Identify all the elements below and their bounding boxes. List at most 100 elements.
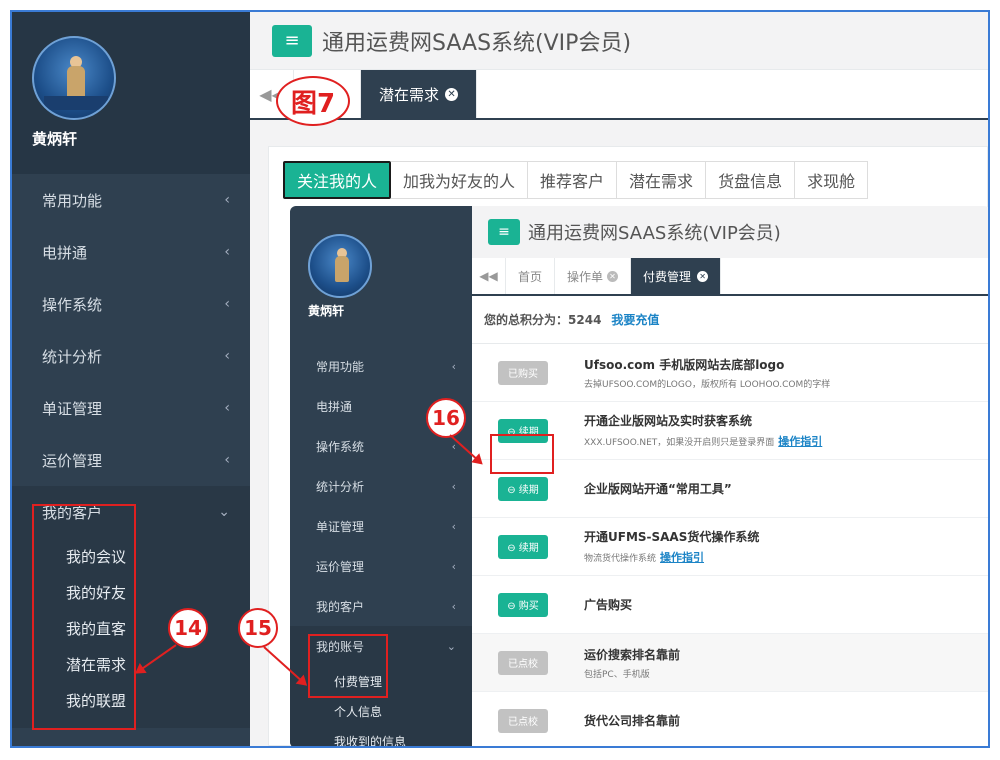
sidebar-item-label: 单证管理	[42, 399, 103, 418]
inner-page-title: 通用运费网SAAS系统(VIP会员)	[528, 223, 781, 244]
chevron-left-icon: ‹	[224, 296, 230, 312]
chevron-left-icon: ‹	[224, 348, 230, 364]
guide-link[interactable]: 操作指引	[778, 435, 822, 448]
inner-sidebar-item-label: 我的客户	[316, 599, 365, 614]
button-tab-space-request[interactable]: 求现舱	[795, 161, 869, 199]
product-title: 企业版网站开通“常用工具”	[584, 482, 732, 496]
product-title: 广告购买	[584, 598, 633, 612]
close-icon[interactable]: ✕	[697, 270, 709, 282]
screenshot-frame: 黄炳轩 常用功能 ‹ 电拼通 ‹ 操作系统 ‹ 统计分析 ‹ 单证管理 ‹ 运价管理 ‹ 我…	[10, 10, 990, 748]
highlight-box-my-customers	[32, 504, 136, 730]
chevron-left-icon: ‹	[451, 479, 456, 493]
avatar[interactable]	[308, 234, 372, 298]
user-name: 黄炳轩	[32, 130, 78, 148]
chevron-left-icon: ‹	[451, 559, 456, 573]
button-tab-cargo-info[interactable]: 货盘信息	[706, 161, 796, 199]
tab-label: 潜在需求	[379, 85, 440, 104]
guide-link[interactable]: 操作指引	[660, 551, 704, 564]
inner-sidebar-item-label: 电拼通	[316, 399, 353, 414]
sidebar-item-dianpin[interactable]: 电拼通 ‹	[12, 226, 250, 278]
inner-sidebar-item-label: 统计分析	[316, 479, 365, 494]
chevron-left-icon: ‹	[224, 400, 230, 416]
sidebar-item-documents[interactable]: 单证管理 ‹	[12, 382, 250, 434]
chevron-down-icon: ⌄	[218, 504, 230, 520]
top-bar: ≡ 通用运费网SAAS系统(VIP会员)	[250, 12, 988, 70]
button-tab-potential-demand[interactable]: 潜在需求	[617, 161, 707, 199]
inner-sidebar-item[interactable]: 我的客户 ‹	[290, 586, 472, 626]
button-tab-followers[interactable]: 关注我的人	[283, 161, 392, 199]
inner-sidebar-item-label: 操作系统	[316, 439, 365, 454]
checked-button: 已点校	[498, 708, 548, 733]
tab-potential-demand[interactable]: 潜在需求 ✕	[361, 70, 478, 118]
chevron-left-icon: ‹	[224, 192, 230, 208]
inner-sidebar-item[interactable]: 单证管理 ‹	[290, 506, 472, 546]
figure-label: 图7	[276, 76, 350, 126]
product-desc: XXX.UFSOO.NET，如果没开启则只是登录界面	[584, 438, 775, 448]
product-title: 货代公司排名靠前	[584, 714, 681, 728]
product-row: 已点校 货代公司排名靠前	[472, 692, 988, 746]
sidebar-item-label: 运价管理	[42, 451, 103, 470]
sidebar-item-label: 常用功能	[42, 191, 103, 210]
close-icon[interactable]: ✕	[607, 270, 619, 282]
page-title: 通用运费网SAAS系统(VIP会员)	[322, 30, 632, 56]
inner-tab-bar: ◀◀ 首页 操作单 ✕ 付费管理 ✕	[472, 258, 988, 296]
hamburger-icon[interactable]: ≡	[488, 219, 520, 245]
checked-button: 已点校	[498, 650, 548, 675]
recharge-link[interactable]: 我要充值	[611, 311, 659, 328]
inner-sidebar-item[interactable]: 运价管理 ‹	[290, 546, 472, 586]
sidebar-item-operations[interactable]: 操作系统 ‹	[12, 278, 250, 330]
purchased-button: 已购买	[498, 360, 548, 385]
chevron-down-icon: ⌄	[446, 639, 456, 653]
inner-subitem-profile[interactable]: 个人信息	[290, 696, 472, 726]
product-row: ⊖ 续期 开通UFMS-SAAS货代操作系统物流货代操作系统 操作指引	[472, 518, 988, 576]
inner-sidebar-item-label: 运价管理	[316, 559, 365, 574]
tab-scroll-left-icon[interactable]: ◀◀	[472, 258, 506, 294]
product-desc: 物流货代操作系统	[584, 554, 657, 564]
product-title: 运价搜索排名靠前	[584, 647, 681, 662]
sidebar-item-common[interactable]: 常用功能 ‹	[12, 174, 250, 226]
callout-14: 14	[168, 608, 208, 648]
tab-label: 操作单	[567, 269, 604, 284]
sidebar-item-label: 统计分析	[42, 347, 103, 366]
avatar[interactable]	[32, 36, 116, 120]
button-tab-added-me[interactable]: 加我为好友的人	[391, 161, 529, 199]
sidebar-item-label: 操作系统	[42, 295, 103, 314]
chevron-left-icon: ‹	[451, 359, 456, 373]
product-title: Ufsoo.com 手机版网站去底部logo	[584, 357, 785, 372]
button-tab-group: 关注我的人 加我为好友的人 推荐客户 潜在需求 货盘信息 求现舱	[283, 161, 869, 199]
inner-tab-home[interactable]: 首页	[506, 258, 556, 294]
inner-top-bar: ≡ 通用运费网SAAS系统(VIP会员)	[472, 206, 988, 258]
close-icon[interactable]: ✕	[445, 87, 459, 101]
inner-tab-orders[interactable]: 操作单 ✕	[555, 258, 632, 294]
points-label: 您的总积分为：	[484, 313, 569, 327]
inner-sidebar-item[interactable]: 统计分析 ‹	[290, 466, 472, 506]
inner-subitem-messages[interactable]: 我收到的信息	[290, 726, 472, 746]
button-tab-recommended[interactable]: 推荐客户	[528, 161, 618, 199]
sidebar-item-statistics[interactable]: 统计分析 ‹	[12, 330, 250, 382]
points-summary: 您的总积分为： 5244 我要充值	[472, 296, 988, 344]
product-title: 开通UFMS-SAAS货代操作系统	[584, 530, 760, 544]
tab-bar: ◀◀ 首页 潜在需求✕	[250, 70, 988, 120]
renew-button[interactable]: ⊖ 续期	[498, 534, 548, 559]
product-row: 已购买 Ufsoo.com 手机版网站去底部logo 去掉UFSOO.COM的LO…	[472, 344, 988, 402]
buy-button[interactable]: ⊖ 购买	[498, 592, 548, 617]
highlight-box-my-account	[308, 634, 388, 698]
inner-tab-billing[interactable]: 付费管理 ✕	[631, 258, 722, 294]
inner-sidebar-item-label: 常用功能	[316, 359, 365, 374]
product-row: ⊖ 购买 广告购买	[472, 576, 988, 634]
chevron-left-icon: ‹	[451, 519, 456, 533]
user-name: 黄炳轩	[308, 304, 345, 318]
callout-16: 16	[426, 398, 466, 438]
points-value: 5244	[568, 312, 602, 327]
product-list: 已购买 Ufsoo.com 手机版网站去底部logo 去掉UFSOO.COM的LO…	[472, 344, 988, 746]
sidebar-item-rates[interactable]: 运价管理 ‹	[12, 434, 250, 486]
inner-sidebar-item[interactable]: 常用功能 ‹	[290, 346, 472, 386]
hamburger-icon[interactable]: ≡	[272, 24, 312, 57]
sidebar-item-label: 电拼通	[42, 243, 88, 262]
inner-sidebar-item-label: 单证管理	[316, 519, 365, 534]
product-desc: 去掉UFSOO.COM的LOGO，版权所有 LOOHOO.COM的字样	[584, 379, 831, 390]
chevron-left-icon: ‹	[224, 244, 230, 260]
renew-button[interactable]: ⊖ 续期	[498, 476, 548, 501]
chevron-left-icon: ‹	[224, 452, 230, 468]
product-title: 开通企业版网站及实时获客系统	[584, 414, 753, 428]
